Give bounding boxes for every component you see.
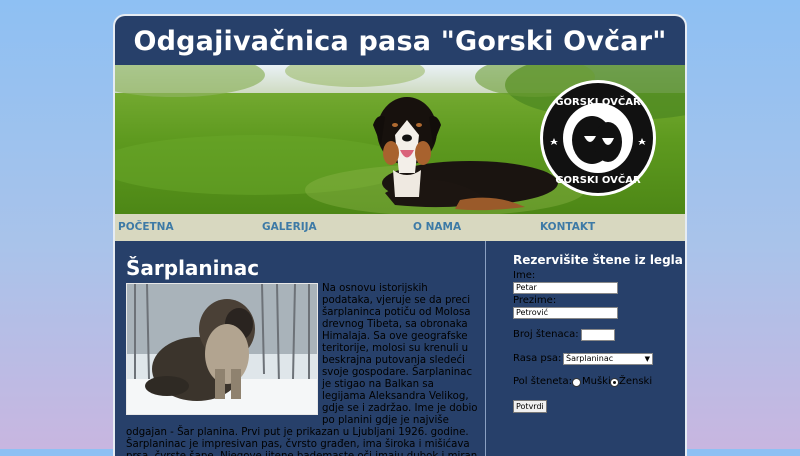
article-body: Na osnovu istorijskih podataka, vjeruje … bbox=[126, 283, 478, 456]
breed-select[interactable]: Šarplaninac ▼ bbox=[563, 353, 653, 365]
nav-item-o-nama[interactable]: O NAMA bbox=[413, 221, 461, 233]
submit-button[interactable]: Potvrdi bbox=[513, 400, 547, 413]
logo-text-bottom: GORSKI OVČAR bbox=[555, 175, 641, 186]
article-photo bbox=[126, 283, 318, 415]
nav-item-galerija[interactable]: GALERIJA bbox=[262, 221, 317, 233]
main-content: Šarplaninac Na osnovu istorijskih podata… bbox=[115, 241, 685, 456]
first-name-label: Ime: bbox=[513, 270, 536, 281]
form-title: Rezervišite štene iz legla bbox=[513, 253, 683, 267]
sarplaninac-photo-illustration bbox=[127, 284, 317, 414]
last-name-label: Prezime: bbox=[513, 295, 557, 306]
nav-item-pocetna[interactable]: POČETNA bbox=[118, 221, 174, 233]
first-name-field[interactable]: Petar bbox=[513, 282, 618, 294]
main-nav: POČETNA GALERIJA O NAMA KONTAKT bbox=[115, 214, 685, 241]
puppy-count-label: Broj štenaca: bbox=[513, 329, 579, 340]
article-title: Šarplaninac bbox=[126, 256, 260, 280]
site-title: Odgajivačnica pasa "Gorski Ovčar" bbox=[133, 26, 667, 57]
banner-image bbox=[115, 65, 685, 214]
page-container: Odgajivačnica pasa "Gorski Ovčar" GORSKI… bbox=[115, 16, 685, 456]
dropdown-arrow-icon: ▼ bbox=[644, 355, 650, 363]
breed-label: Rasa psa: bbox=[513, 353, 562, 364]
last-name-field[interactable]: Petrović bbox=[513, 307, 618, 319]
sex-female-radio[interactable] bbox=[610, 378, 619, 387]
sex-male-label: Muški bbox=[582, 376, 611, 387]
radio-selected-dot bbox=[613, 381, 616, 384]
logo-text-top: GORSKI OVČAR bbox=[555, 97, 641, 108]
sex-male-radio[interactable] bbox=[572, 378, 581, 387]
sex-label: Pol šteneta: bbox=[513, 376, 572, 387]
column-divider bbox=[485, 241, 486, 456]
puppy-count-field[interactable] bbox=[581, 329, 615, 341]
header-banner: GORSKI OVČAR GORSKI OVČAR bbox=[115, 65, 685, 214]
breed-select-value: Šarplaninac bbox=[566, 354, 614, 363]
nav-item-kontakt[interactable]: KONTAKT bbox=[540, 221, 595, 233]
sex-female-label: Ženski bbox=[619, 376, 653, 387]
